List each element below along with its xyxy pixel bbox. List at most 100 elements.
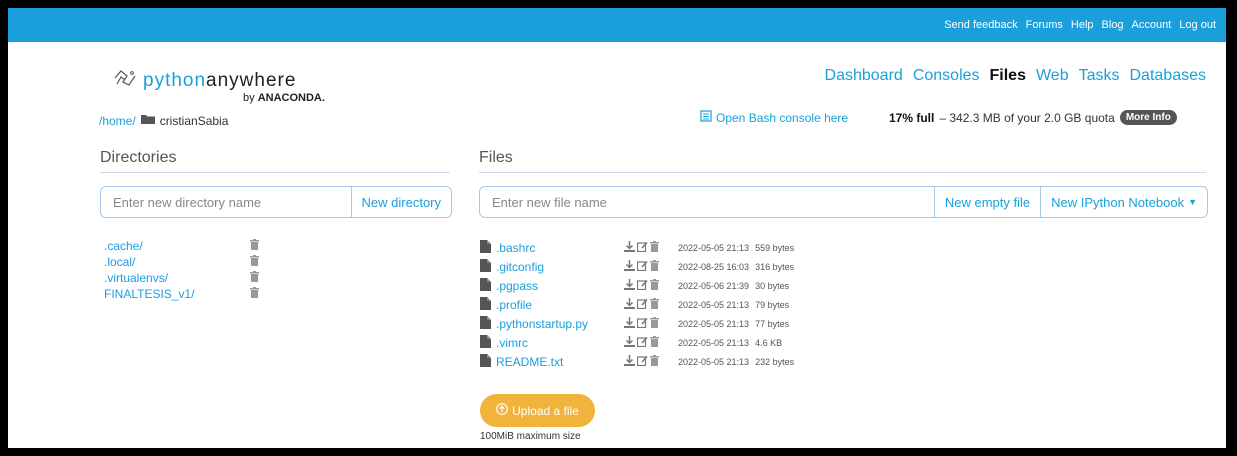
logout-link[interactable]: Log out — [1179, 19, 1216, 31]
forums-link[interactable]: Forums — [1026, 19, 1063, 31]
caret-down-icon: ▼ — [1188, 197, 1197, 207]
file-size: 4.6 KB — [755, 337, 783, 348]
file-row: .pythonstartup.py 2022-05-05 21:13 77 byte… — [480, 314, 794, 333]
file-icon — [480, 296, 491, 313]
new-directory-button[interactable]: New directory — [350, 187, 451, 217]
directory-link[interactable]: FINALTESIS_v1/ — [104, 287, 250, 301]
file-link[interactable]: .gitconfig — [480, 258, 624, 275]
file-link[interactable]: .bashrc — [480, 239, 624, 256]
edit-icon[interactable] — [636, 296, 648, 314]
nav-web[interactable]: Web — [1036, 67, 1069, 85]
anaconda-byline: by ANACONDA. — [243, 92, 325, 104]
file-icon — [480, 258, 491, 275]
new-file-input[interactable]: Enter new file name — [480, 187, 934, 217]
directory-link[interactable]: .local/ — [104, 255, 250, 269]
file-meta: 2022-05-05 21:13 79 bytes — [678, 300, 789, 310]
directory-link[interactable]: .cache/ — [104, 239, 250, 253]
file-meta: 2022-05-05 21:13 77 bytes — [678, 319, 789, 329]
file-link[interactable]: .vimrc — [480, 334, 624, 351]
new-file-group: Enter new file name New empty file New I… — [479, 186, 1208, 218]
file-link[interactable]: README.txt — [480, 353, 624, 370]
file-link[interactable]: .pgpass — [480, 277, 624, 294]
breadcrumb-current: cristianSabia — [159, 113, 229, 128]
edit-icon[interactable] — [636, 315, 648, 333]
more-info-button[interactable]: More Info — [1119, 110, 1177, 125]
logo-wordmark: pythonanywhere — [143, 70, 296, 92]
byline-prefix: by — [243, 92, 255, 104]
pythonanywhere-logo[interactable]: pythonanywhere by ANACONDA. — [113, 68, 325, 104]
files-divider — [479, 172, 1206, 173]
list-item: .cache/ — [104, 238, 259, 254]
file-actions — [624, 353, 678, 371]
edit-icon[interactable] — [636, 334, 648, 352]
upload-arrow-icon — [496, 403, 509, 418]
edit-icon[interactable] — [636, 353, 648, 371]
download-icon[interactable] — [624, 334, 635, 352]
edit-icon[interactable] — [636, 239, 648, 257]
edit-icon[interactable] — [636, 258, 648, 276]
new-directory-input[interactable]: Enter new directory name — [101, 187, 351, 217]
nav-consoles[interactable]: Consoles — [913, 67, 980, 85]
folder-icon — [140, 113, 156, 128]
delete-icon[interactable] — [250, 285, 259, 303]
nav-databases[interactable]: Databases — [1130, 67, 1207, 85]
file-size: 77 bytes — [755, 318, 790, 329]
new-notebook-label: New IPython Notebook — [1051, 194, 1185, 210]
new-ipython-notebook-button[interactable]: New IPython Notebook ▼ — [1040, 187, 1207, 217]
file-row: .profile 2022-05-05 21:13 79 bytes — [480, 295, 794, 314]
delete-icon[interactable] — [650, 277, 659, 295]
nav-dashboard[interactable]: Dashboard — [825, 67, 903, 85]
delete-icon[interactable] — [650, 258, 659, 276]
file-icon — [480, 315, 491, 332]
directories-title: Directories — [100, 149, 177, 166]
file-name: .gitconfig — [496, 259, 545, 274]
download-icon[interactable] — [624, 258, 635, 276]
breadcrumb-home[interactable]: /home/ — [99, 114, 136, 128]
delete-icon[interactable] — [650, 239, 659, 257]
help-link[interactable]: Help — [1071, 19, 1094, 31]
directory-link[interactable]: .virtualenvs/ — [104, 271, 250, 285]
file-row: .bashrc 2022-05-05 21:13 559 bytes — [480, 238, 794, 257]
file-link[interactable]: .profile — [480, 296, 624, 313]
send-feedback-link[interactable]: Send feedback — [944, 19, 1017, 31]
upload-file-button[interactable]: Upload a file — [480, 394, 595, 427]
file-row: .vimrc 2022-05-05 21:13 4.6 KB — [480, 333, 794, 352]
files-title: Files — [479, 149, 513, 166]
file-size: 559 bytes — [755, 242, 795, 253]
file-date: 2022-05-05 21:13 — [678, 337, 750, 348]
delete-icon[interactable] — [650, 296, 659, 314]
file-date: 2022-05-06 21:39 — [678, 280, 750, 291]
pythonanywhere-files-page: Send feedback Forums Help Blog Account L… — [8, 8, 1226, 448]
file-actions — [624, 334, 678, 352]
file-date: 2022-05-05 21:13 — [678, 299, 750, 310]
file-name: .pgpass — [496, 278, 539, 293]
nav-files[interactable]: Files — [990, 67, 1026, 85]
account-link[interactable]: Account — [1132, 19, 1172, 31]
file-link[interactable]: .pythonstartup.py — [480, 315, 624, 332]
main-nav: Dashboard Consoles Files Web Tasks Datab… — [825, 67, 1206, 85]
file-date: 2022-05-05 21:13 — [678, 242, 750, 253]
delete-icon[interactable] — [650, 334, 659, 352]
nav-tasks[interactable]: Tasks — [1079, 67, 1120, 85]
bash-console-label: Open Bash console here — [716, 110, 849, 125]
delete-icon[interactable] — [650, 353, 659, 371]
download-icon[interactable] — [624, 353, 635, 371]
directories-divider — [100, 172, 450, 173]
logo-python: python — [143, 69, 207, 91]
edit-icon[interactable] — [636, 277, 648, 295]
delete-icon[interactable] — [650, 315, 659, 333]
blog-link[interactable]: Blog — [1102, 19, 1124, 31]
file-name: .profile — [496, 297, 533, 312]
logo-anywhere: anywhere — [206, 69, 297, 91]
download-icon[interactable] — [624, 296, 635, 314]
file-date: 2022-08-25 16:03 — [678, 261, 750, 272]
download-icon[interactable] — [624, 315, 635, 333]
disk-quota: 17% full – 342.3 MB of your 2.0 GB quota… — [889, 110, 1177, 125]
download-icon[interactable] — [624, 239, 635, 257]
file-row: .gitconfig 2022-08-25 16:03 316 bytes — [480, 257, 794, 276]
open-bash-console-link[interactable]: Open Bash console here — [700, 110, 848, 125]
download-icon[interactable] — [624, 277, 635, 295]
file-size: 232 bytes — [755, 356, 795, 367]
new-empty-file-button[interactable]: New empty file — [933, 187, 1040, 217]
file-size: 30 bytes — [755, 280, 790, 291]
